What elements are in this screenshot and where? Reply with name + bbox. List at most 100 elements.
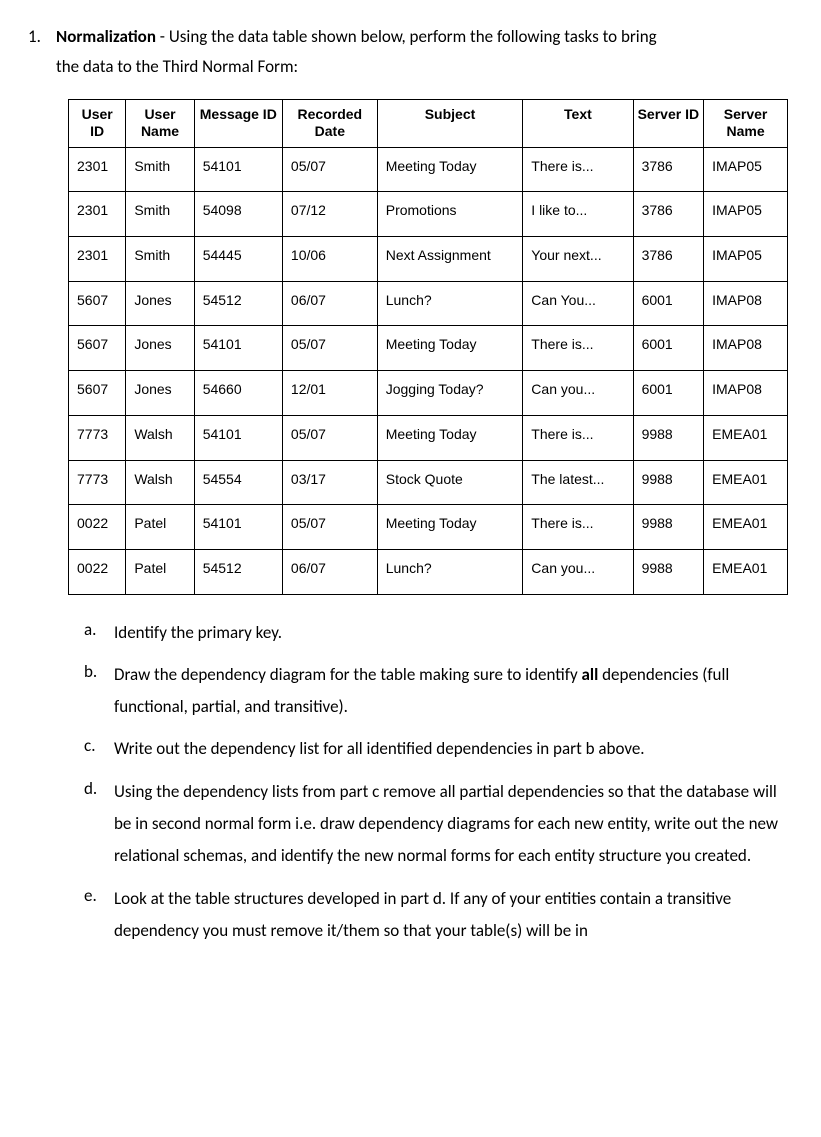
table-body: 2301Smith5410105/07Meeting TodayThere is…: [69, 147, 788, 594]
col-header-message-id: Message ID: [194, 99, 282, 147]
sub-item-b: b. Draw the dependency diagram for the t…: [84, 659, 793, 724]
cell-recorded-date: 06/07: [282, 281, 377, 326]
table-row: 7773Walsh5410105/07Meeting TodayThere is…: [69, 415, 788, 460]
cell-recorded-date: 07/12: [282, 192, 377, 237]
cell-server-id: 6001: [633, 326, 704, 371]
question-title: Normalization: [56, 26, 156, 47]
col-header-server-name: Server Name: [704, 99, 788, 147]
col-header-text: Text: [523, 99, 633, 147]
cell-recorded-date: 05/07: [282, 415, 377, 460]
table-header-row: User ID User Name Message ID Recorded Da…: [69, 99, 788, 147]
cell-recorded-date: 12/01: [282, 371, 377, 416]
table-row: 2301Smith5409807/12PromotionsI like to..…: [69, 192, 788, 237]
question-separator: -: [156, 26, 169, 47]
table-row: 5607Jones5451206/07Lunch?Can You...6001I…: [69, 281, 788, 326]
cell-user-name: Jones: [126, 281, 194, 326]
cell-subject: Meeting Today: [377, 505, 523, 550]
cell-recorded-date: 05/07: [282, 505, 377, 550]
sub-questions: a. Identify the primary key. b. Draw the…: [84, 617, 793, 948]
cell-user-name: Walsh: [126, 415, 194, 460]
cell-subject: Meeting Today: [377, 147, 523, 192]
table-row: 2301Smith5444510/06Next AssignmentYour n…: [69, 237, 788, 282]
cell-server-name: IMAP05: [704, 147, 788, 192]
cell-subject: Next Assignment: [377, 237, 523, 282]
question-number: 1.: [28, 24, 56, 81]
cell-user-id: 5607: [69, 281, 126, 326]
cell-user-name: Jones: [126, 326, 194, 371]
cell-user-id: 2301: [69, 147, 126, 192]
cell-text: Can You...: [523, 281, 633, 326]
cell-text: The latest...: [523, 460, 633, 505]
sub-letter: e.: [84, 883, 114, 948]
cell-subject: Promotions: [377, 192, 523, 237]
sub-item-a: a. Identify the primary key.: [84, 617, 793, 649]
col-header-recorded-date: Recorded Date: [282, 99, 377, 147]
cell-user-name: Smith: [126, 192, 194, 237]
cell-user-name: Smith: [126, 237, 194, 282]
col-header-user-id: User ID: [69, 99, 126, 147]
cell-message-id: 54512: [194, 549, 282, 594]
cell-server-id: 9988: [633, 415, 704, 460]
cell-user-id: 2301: [69, 237, 126, 282]
cell-message-id: 54554: [194, 460, 282, 505]
cell-server-id: 9988: [633, 460, 704, 505]
cell-server-id: 3786: [633, 147, 704, 192]
cell-message-id: 54098: [194, 192, 282, 237]
cell-recorded-date: 10/06: [282, 237, 377, 282]
col-header-user-name: User Name: [126, 99, 194, 147]
cell-server-id: 9988: [633, 549, 704, 594]
sub-text: Identify the primary key.: [114, 617, 793, 649]
cell-text: Your next...: [523, 237, 633, 282]
cell-text: There is...: [523, 415, 633, 460]
cell-server-id: 3786: [633, 192, 704, 237]
sub-letter: a.: [84, 617, 114, 649]
cell-message-id: 54445: [194, 237, 282, 282]
cell-user-name: Walsh: [126, 460, 194, 505]
cell-recorded-date: 05/07: [282, 147, 377, 192]
question-body: Normalization - Using the data table sho…: [56, 24, 793, 81]
cell-user-id: 0022: [69, 549, 126, 594]
sub-letter: d.: [84, 776, 114, 873]
cell-server-name: IMAP05: [704, 237, 788, 282]
cell-user-id: 5607: [69, 371, 126, 416]
question-intro-text-2: the data to the Third Normal Form:: [56, 54, 793, 80]
table-row: 7773Walsh5455403/17Stock QuoteThe latest…: [69, 460, 788, 505]
cell-user-id: 5607: [69, 326, 126, 371]
data-table: User ID User Name Message ID Recorded Da…: [68, 99, 788, 595]
question-intro-text-1: Using the data table shown below, perfor…: [169, 26, 657, 47]
cell-message-id: 54512: [194, 281, 282, 326]
data-table-container: User ID User Name Message ID Recorded Da…: [68, 99, 793, 595]
cell-user-name: Smith: [126, 147, 194, 192]
sub-item-e: e. Look at the table structures develope…: [84, 883, 793, 948]
cell-text: I like to...: [523, 192, 633, 237]
cell-message-id: 54101: [194, 505, 282, 550]
cell-message-id: 54101: [194, 415, 282, 460]
sub-text: Look at the table structures developed i…: [114, 883, 793, 948]
cell-message-id: 54101: [194, 326, 282, 371]
cell-subject: Meeting Today: [377, 326, 523, 371]
table-row: 5607Jones5410105/07Meeting TodayThere is…: [69, 326, 788, 371]
cell-text: There is...: [523, 147, 633, 192]
cell-user-name: Patel: [126, 549, 194, 594]
cell-server-name: EMEA01: [704, 415, 788, 460]
cell-server-name: IMAP08: [704, 371, 788, 416]
sub-b-pre: Draw the dependency diagram for the tabl…: [114, 664, 582, 685]
cell-recorded-date: 05/07: [282, 326, 377, 371]
sub-text: Using the dependency lists from part c r…: [114, 776, 793, 873]
cell-user-name: Patel: [126, 505, 194, 550]
sub-letter: b.: [84, 659, 114, 724]
cell-message-id: 54101: [194, 147, 282, 192]
table-row: 2301Smith5410105/07Meeting TodayThere is…: [69, 147, 788, 192]
cell-user-id: 7773: [69, 460, 126, 505]
cell-text: There is...: [523, 505, 633, 550]
col-header-subject: Subject: [377, 99, 523, 147]
cell-recorded-date: 06/07: [282, 549, 377, 594]
sub-letter: c.: [84, 733, 114, 765]
cell-text: Can you...: [523, 371, 633, 416]
cell-server-name: EMEA01: [704, 460, 788, 505]
sub-text: Draw the dependency diagram for the tabl…: [114, 659, 793, 724]
cell-server-name: EMEA01: [704, 505, 788, 550]
question-intro-line-1: Normalization - Using the data table sho…: [56, 24, 793, 50]
table-row: 0022Patel5410105/07Meeting TodayThere is…: [69, 505, 788, 550]
cell-server-name: EMEA01: [704, 549, 788, 594]
